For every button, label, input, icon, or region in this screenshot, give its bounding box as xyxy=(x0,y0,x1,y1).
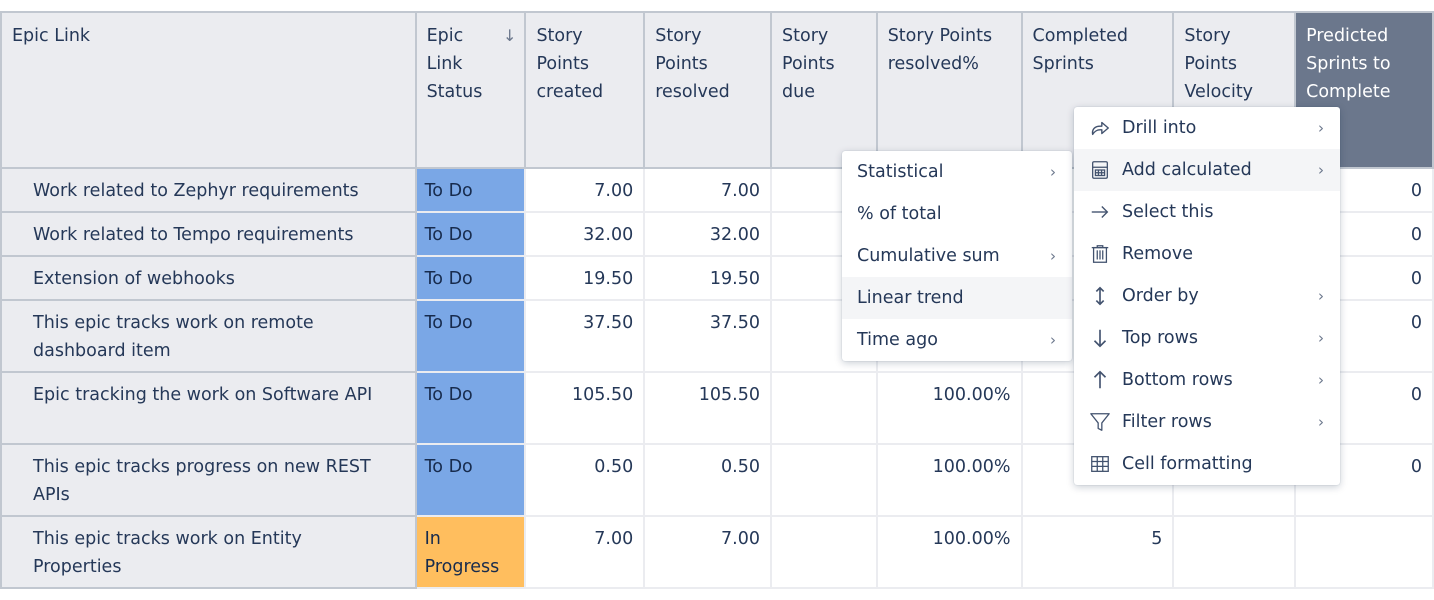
epic-link-cell[interactable]: This epic tracks progress on new REST AP… xyxy=(0,443,417,517)
drill-into-icon xyxy=(1088,116,1112,140)
status-cell[interactable]: To Do xyxy=(414,299,527,373)
sort-descending-icon[interactable]: ↓ xyxy=(503,22,516,50)
status-cell[interactable]: To Do xyxy=(414,443,527,517)
column-header-epic-link-status[interactable]: ↓ Epic Link Status xyxy=(414,11,527,169)
arrow-up-icon xyxy=(1088,368,1112,392)
menu-item-bottom-rows[interactable]: Bottom rows › xyxy=(1074,359,1340,401)
story-points-resolved-cell[interactable]: 37.50 xyxy=(643,299,773,373)
story-points-resolved-pct-cell[interactable]: 100.00% xyxy=(875,515,1023,589)
story-points-created-cell[interactable]: 105.50 xyxy=(524,371,646,445)
completed-sprints-cell[interactable]: 5 xyxy=(1020,515,1175,589)
story-points-created-cell[interactable]: 32.00 xyxy=(524,211,646,257)
column-header-story-points-created[interactable]: Story Points created xyxy=(524,11,646,169)
menu-item-select-this[interactable]: Select this xyxy=(1074,191,1340,233)
story-points-created-cell[interactable]: 7.00 xyxy=(524,167,646,213)
menu-item-cell-formatting[interactable]: Cell formatting xyxy=(1074,443,1340,485)
menu-item-add-calculated[interactable]: Add calculated › xyxy=(1074,149,1340,191)
status-cell[interactable]: To Do xyxy=(414,371,527,445)
menu-item-top-rows[interactable]: Top rows › xyxy=(1074,317,1340,359)
epic-link-cell[interactable]: This epic tracks work on Entity Properti… xyxy=(0,515,417,589)
chevron-right-icon: › xyxy=(1050,247,1056,265)
submenu-item-pct-of-total[interactable]: % of total xyxy=(842,193,1072,235)
filter-icon xyxy=(1088,410,1112,434)
column-header-story-points-resolved-pct[interactable]: Story Points resolved% xyxy=(875,11,1023,169)
story-points-created-cell[interactable]: 0.50 xyxy=(524,443,646,517)
menu-item-filter-rows[interactable]: Filter rows › xyxy=(1074,401,1340,443)
column-context-menu: Drill into › Add calculated › Select this Rem… xyxy=(1074,107,1340,485)
menu-item-remove[interactable]: Remove xyxy=(1074,233,1340,275)
story-points-created-cell[interactable]: 19.50 xyxy=(524,255,646,301)
chevron-right-icon: › xyxy=(1050,163,1056,181)
status-cell[interactable]: In Progress xyxy=(414,515,527,589)
calculator-icon xyxy=(1088,158,1112,182)
epic-link-cell[interactable]: Work related to Zephyr requirements xyxy=(0,167,417,213)
story-points-resolved-cell[interactable]: 32.00 xyxy=(643,211,773,257)
submenu-item-time-ago[interactable]: Time ago › xyxy=(842,319,1072,361)
add-calculated-submenu: Statistical ›% of total Cumulative sum › Lin… xyxy=(842,151,1072,361)
epic-link-cell[interactable]: Epic tracking the work on Software API xyxy=(0,371,417,445)
story-points-due-cell[interactable] xyxy=(770,443,878,517)
epic-link-cell[interactable]: Extension of webhooks xyxy=(0,255,417,301)
story-points-velocity-cell[interactable] xyxy=(1172,515,1297,589)
story-points-due-cell[interactable] xyxy=(770,515,878,589)
column-header-story-points-resolved[interactable]: Story Points resolved xyxy=(643,11,773,169)
arrow-down-icon xyxy=(1088,326,1112,350)
chevron-right-icon: › xyxy=(1318,371,1324,389)
chevron-right-icon: › xyxy=(1318,329,1324,347)
arrow-right-icon xyxy=(1088,200,1112,224)
submenu-item-statistical[interactable]: Statistical › xyxy=(842,151,1072,193)
predicted-sprints-cell[interactable] xyxy=(1294,515,1434,589)
trash-icon xyxy=(1088,242,1112,266)
chevron-right-icon: › xyxy=(1318,161,1324,179)
menu-item-order-by[interactable]: Order by › xyxy=(1074,275,1340,317)
story-points-resolved-cell[interactable]: 7.00 xyxy=(643,167,773,213)
submenu-item-cumulative-sum[interactable]: Cumulative sum › xyxy=(842,235,1072,277)
table-row: This epic tracks work on Entity Properti… xyxy=(0,515,1434,589)
chevron-right-icon: › xyxy=(1050,331,1056,349)
status-cell[interactable]: To Do xyxy=(414,255,527,301)
story-points-created-cell[interactable]: 37.50 xyxy=(524,299,646,373)
column-header-story-points-due[interactable]: Story Points due xyxy=(770,11,878,169)
story-points-created-cell[interactable]: 7.00 xyxy=(524,515,646,589)
story-points-resolved-cell[interactable]: 105.50 xyxy=(643,371,773,445)
epic-link-cell[interactable]: Work related to Tempo requirements xyxy=(0,211,417,257)
column-header-epic-link[interactable]: Epic Link xyxy=(0,11,417,169)
grid-icon xyxy=(1088,452,1112,476)
story-points-resolved-cell[interactable]: 19.50 xyxy=(643,255,773,301)
story-points-due-cell[interactable] xyxy=(770,371,878,445)
chevron-right-icon: › xyxy=(1318,287,1324,305)
story-points-resolved-pct-cell[interactable]: 100.00% xyxy=(875,443,1023,517)
chevron-right-icon: › xyxy=(1318,413,1324,431)
submenu-item-linear-trend[interactable]: Linear trend xyxy=(842,277,1072,319)
sort-icon xyxy=(1088,284,1112,308)
menu-item-drill-into[interactable]: Drill into › xyxy=(1074,107,1340,149)
status-cell[interactable]: To Do xyxy=(414,211,527,257)
story-points-resolved-pct-cell[interactable]: 100.00% xyxy=(875,371,1023,445)
story-points-resolved-cell[interactable]: 0.50 xyxy=(643,443,773,517)
story-points-resolved-cell[interactable]: 7.00 xyxy=(643,515,773,589)
epic-link-cell[interactable]: This epic tracks work on remote dashboar… xyxy=(0,299,417,373)
chevron-right-icon: › xyxy=(1318,119,1324,137)
status-cell[interactable]: To Do xyxy=(414,167,527,213)
